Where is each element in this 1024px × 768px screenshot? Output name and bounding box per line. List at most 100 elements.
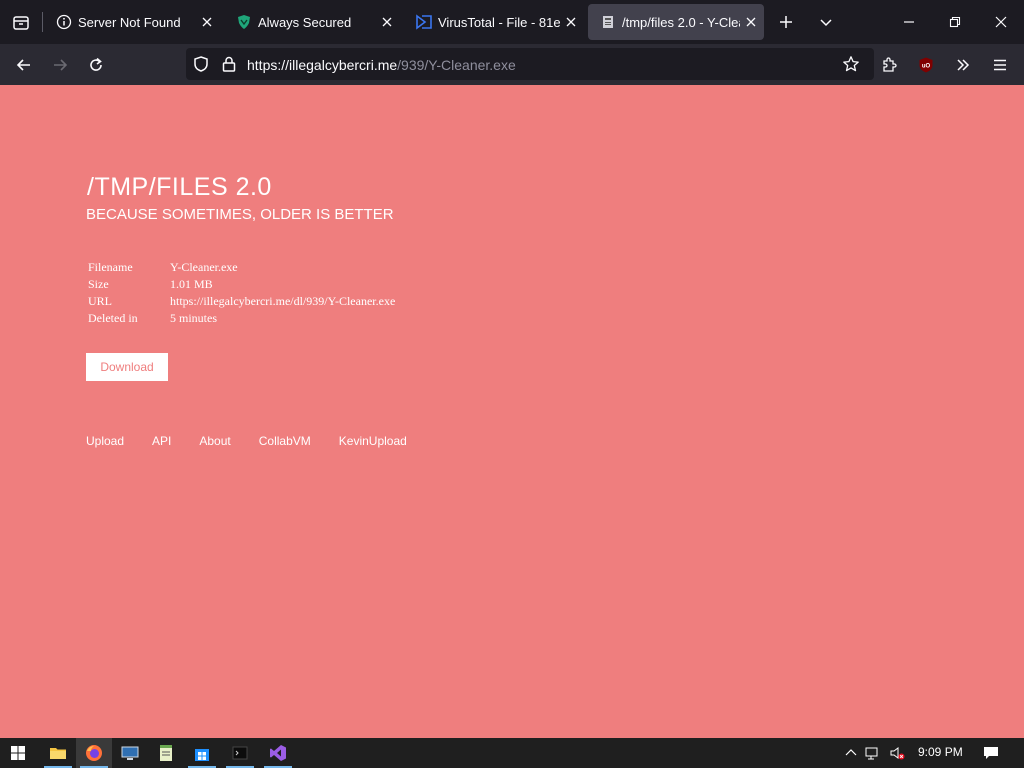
info-key: Size — [88, 277, 109, 291]
notepad-icon — [160, 745, 172, 761]
show-hidden-icons-button[interactable] — [842, 744, 860, 762]
taskbar-remote-desktop[interactable] — [112, 738, 148, 768]
info-key: Filename — [88, 260, 133, 274]
windows-taskbar: 9:09 PM — [0, 738, 1024, 768]
taskbar-notepad[interactable] — [148, 738, 184, 768]
forward-button[interactable] — [47, 52, 73, 78]
restore-button[interactable] — [940, 8, 970, 36]
close-icon[interactable] — [380, 15, 394, 29]
close-icon — [995, 16, 1007, 28]
info-icon — [56, 14, 72, 30]
tracking-protection-shield-icon[interactable] — [192, 55, 210, 73]
arrow-left-icon — [16, 59, 30, 71]
close-icon[interactable] — [200, 15, 214, 29]
chevron-up-icon — [845, 749, 857, 756]
close-icon[interactable] — [564, 15, 578, 29]
file-info-table: Filename Y-Cleaner.exe Size 1.01 MB URL … — [88, 259, 395, 327]
network-status[interactable] — [864, 744, 882, 762]
table-row: Size 1.01 MB — [88, 276, 395, 293]
footer-nav: Upload API About CollabVM KevinUpload — [86, 434, 435, 448]
url-path: /939/Y-Cleaner.exe — [397, 57, 516, 73]
minimize-button[interactable] — [894, 8, 924, 36]
action-center-button[interactable] — [982, 744, 1000, 762]
tmpfiles-favicon-icon — [603, 16, 613, 28]
back-button[interactable] — [11, 52, 37, 78]
taskbar-file-explorer[interactable] — [40, 738, 76, 768]
reload-icon — [90, 57, 102, 71]
info-value[interactable]: https://illegalcybercri.me/dl/939/Y-Clea… — [170, 293, 395, 310]
minimize-icon — [904, 21, 914, 23]
svg-text:uO: uO — [922, 64, 931, 70]
hamburger-menu-icon — [994, 59, 1006, 71]
tab-label: VirusTotal - File - 81e31 — [438, 14, 560, 30]
chevron-double-right-icon — [957, 59, 970, 71]
app-menu-button[interactable] — [987, 52, 1013, 78]
taskbar-clock[interactable]: 9:09 PM — [918, 745, 963, 759]
start-button[interactable] — [0, 738, 36, 768]
extensions-button[interactable] — [876, 52, 902, 78]
address-bar[interactable]: https://illegalcybercri.me/939/Y-Cleaner… — [186, 48, 874, 80]
tab-label: Server Not Found — [78, 14, 181, 30]
taskbar-visual-studio[interactable] — [260, 738, 296, 768]
chevron-down-icon — [820, 19, 832, 27]
footer-link-about[interactable]: About — [199, 434, 230, 448]
tab-strip: Server Not Found Always Secured VirusTot… — [0, 0, 1024, 44]
plus-icon — [780, 16, 792, 28]
download-button[interactable]: Download — [86, 353, 168, 381]
reload-button[interactable] — [83, 52, 109, 78]
list-tabs-button[interactable] — [814, 10, 838, 34]
arrow-right-icon — [54, 59, 68, 71]
info-value: Y-Cleaner.exe — [170, 260, 238, 274]
remote-desktop-icon — [121, 746, 139, 760]
tab-list-icon — [13, 16, 29, 30]
navigation-toolbar: https://illegalcybercri.me/939/Y-Cleaner… — [0, 44, 1024, 85]
shield-leaf-icon — [238, 15, 250, 29]
notification-icon — [984, 747, 998, 759]
close-window-button[interactable] — [986, 8, 1016, 36]
bookmark-star-icon[interactable] — [842, 55, 860, 73]
page-subtitle: BECAUSE SOMETIMES, OLDER IS BETTER — [86, 206, 394, 223]
store-icon — [195, 749, 209, 761]
page-title: /TMP/FILES 2.0 — [87, 173, 272, 201]
tab-label: Always Secured — [258, 14, 352, 30]
table-row: URL https://illegalcybercri.me/dl/939/Y-… — [88, 293, 395, 310]
ublock-origin-icon: uO — [919, 57, 933, 73]
info-key: Deleted in — [88, 311, 138, 325]
table-row: Filename Y-Cleaner.exe — [88, 259, 395, 276]
footer-link-upload[interactable]: Upload — [86, 434, 124, 448]
info-value: 5 minutes — [170, 311, 217, 325]
url-origin: https://illegalcybercri.me — [247, 57, 398, 73]
network-icon — [865, 747, 878, 760]
info-value: 1.01 MB — [170, 277, 213, 291]
more-tools-button[interactable] — [950, 52, 976, 78]
firefox-icon — [86, 745, 102, 761]
footer-link-api[interactable]: API — [152, 434, 171, 448]
visual-studio-icon — [270, 745, 286, 761]
ublock-origin-button[interactable]: uO — [913, 52, 939, 78]
puzzle-icon — [883, 57, 897, 72]
info-key: URL — [88, 294, 112, 308]
file-explorer-icon — [50, 748, 66, 759]
taskbar-firefox[interactable] — [76, 738, 112, 768]
tab-separator — [42, 12, 43, 32]
tab-server-not-found[interactable]: Server Not Found — [44, 4, 220, 40]
url-text[interactable]: https://illegalcybercri.me/939/Y-Cleaner… — [247, 57, 516, 73]
new-tab-button[interactable] — [774, 10, 798, 34]
footer-link-kevinupload[interactable]: KevinUpload — [339, 434, 407, 448]
close-icon[interactable] — [744, 15, 758, 29]
tab-virustotal[interactable]: VirusTotal - File - 81e31 — [404, 4, 584, 40]
taskbar-store[interactable] — [184, 738, 220, 768]
terminal-icon — [232, 746, 248, 760]
footer-link-collabvm[interactable]: CollabVM — [259, 434, 311, 448]
list-all-tabs-button[interactable] — [8, 10, 34, 36]
tab-always-secured[interactable]: Always Secured — [224, 4, 400, 40]
tab-tmpfiles[interactable]: /tmp/files 2.0 - Y-Clean — [588, 4, 764, 40]
tab-label: /tmp/files 2.0 - Y-Clean — [622, 14, 740, 30]
lock-icon[interactable] — [220, 55, 238, 73]
volume-muted-icon — [890, 747, 905, 760]
restore-icon — [949, 16, 961, 28]
windows-logo-icon — [11, 746, 25, 760]
volume-status[interactable] — [888, 744, 906, 762]
table-row: Deleted in 5 minutes — [88, 310, 395, 327]
taskbar-terminal[interactable] — [222, 738, 258, 768]
